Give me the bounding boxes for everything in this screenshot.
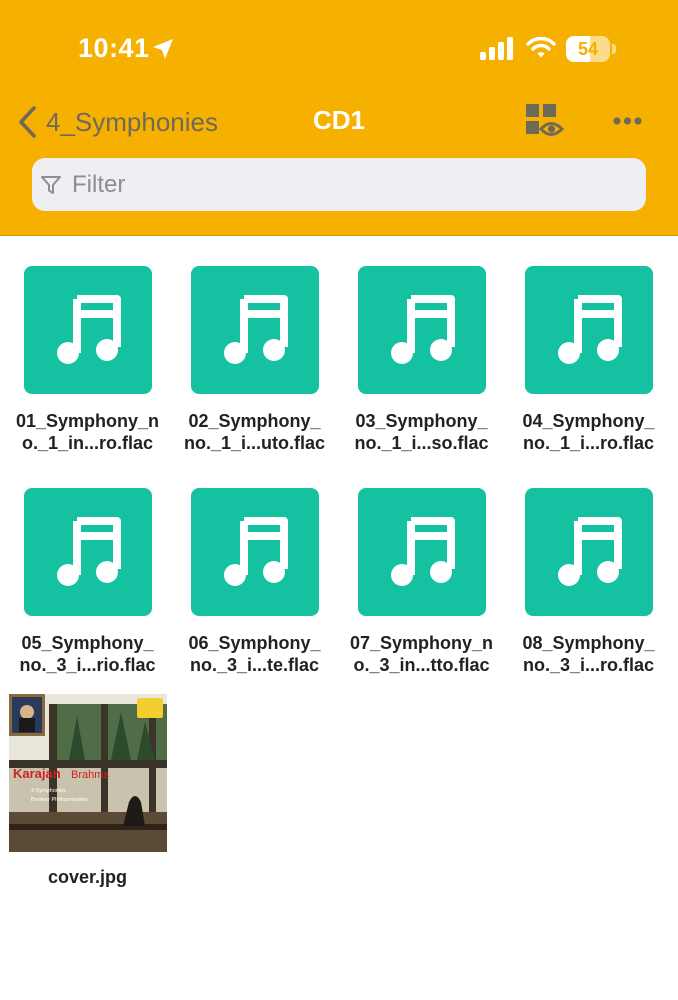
audio-file-icon — [23, 266, 152, 394]
music-note-icon — [557, 295, 622, 364]
music-note-icon — [390, 295, 455, 364]
file-item[interactable]: 02_Symphony_ no._1_i...uto.flac — [171, 266, 338, 454]
cover-line1-text: 4 Symphonies — [31, 788, 66, 794]
file-item[interactable]: 01_Symphony_n o._1_in...ro.flac — [4, 266, 171, 454]
page-title: CD1 — [312, 105, 365, 135]
audio-file-icon — [23, 488, 152, 616]
cover-composer-text: Brahms — [71, 769, 109, 781]
file-name: cover.jpg — [47, 867, 128, 887]
music-note-icon — [557, 517, 622, 586]
chevron-left-icon — [19, 106, 36, 138]
file-name: 01_Symphony_n o._1_in...ro.flac — [15, 411, 160, 453]
music-note-icon — [223, 295, 288, 364]
file-item[interactable]: 03_Symphony_ no._1_i...so.flac — [338, 266, 505, 454]
file-item[interactable]: Karajan Brahms 4 Symphonies Berliner Phi… — [4, 694, 171, 888]
audio-file-icon — [524, 266, 653, 394]
file-name: 02_Symphony_ no._1_i...uto.flac — [183, 411, 326, 453]
file-name: 05_Symphony_ no._3_i...rio.flac — [19, 633, 156, 675]
wifi-icon — [526, 36, 556, 58]
cover-line2-text: Berliner Philharmoniker — [31, 797, 88, 803]
file-item[interactable]: 05_Symphony_ no._3_i...rio.flac — [4, 488, 171, 676]
filter-input[interactable] — [70, 169, 614, 200]
file-item[interactable]: 04_Symphony_ no._1_i...ro.flac — [505, 266, 672, 454]
filter-funnel-icon — [41, 175, 61, 194]
status-time: 10:41 — [78, 33, 150, 63]
file-item[interactable]: 08_Symphony_ no._3_i...ro.flac — [505, 488, 672, 676]
audio-file-icon — [357, 266, 486, 394]
file-name: 08_Symphony_ no._3_i...ro.flac — [522, 633, 655, 675]
header-divider — [0, 235, 678, 236]
cover-artist-text: Karajan — [13, 766, 61, 781]
battery-body: 54 — [566, 36, 610, 62]
file-item[interactable]: 06_Symphony_ no._3_i...te.flac — [171, 488, 338, 676]
view-mode-icon[interactable] — [524, 103, 564, 139]
location-arrow-icon — [153, 39, 173, 59]
music-note-icon — [56, 295, 121, 364]
audio-file-icon — [190, 266, 319, 394]
battery-percent: 54 — [577, 39, 599, 59]
battery-indicator: 54 — [566, 36, 616, 62]
file-name: 03_Symphony_ no._1_i...so.flac — [354, 411, 489, 453]
album-cover-image: Karajan Brahms 4 Symphonies Berliner Phi… — [8, 694, 167, 852]
audio-file-icon — [357, 488, 486, 616]
file-name: 04_Symphony_ no._1_i...ro.flac — [522, 411, 655, 453]
filter-field[interactable] — [32, 158, 646, 211]
file-item[interactable]: 07_Symphony_n o._3_in...tto.flac — [338, 488, 505, 676]
file-name: 07_Symphony_n o._3_in...tto.flac — [349, 633, 494, 675]
music-note-icon — [390, 517, 455, 586]
back-button-label: 4_Symphonies — [46, 106, 218, 137]
audio-file-icon — [524, 488, 653, 616]
music-note-icon — [56, 517, 121, 586]
audio-file-icon — [190, 488, 319, 616]
battery-cap — [612, 44, 616, 54]
file-name: 06_Symphony_ no._3_i...te.flac — [188, 633, 321, 675]
music-note-icon — [223, 517, 288, 586]
back-button[interactable]: 4_Symphonies — [16, 100, 218, 144]
more-options-icon[interactable] — [608, 108, 648, 134]
cellular-signal-icon — [480, 37, 513, 60]
cover-thumbnail: Karajan Brahms 4 Symphonies Berliner Phi… — [8, 694, 167, 852]
